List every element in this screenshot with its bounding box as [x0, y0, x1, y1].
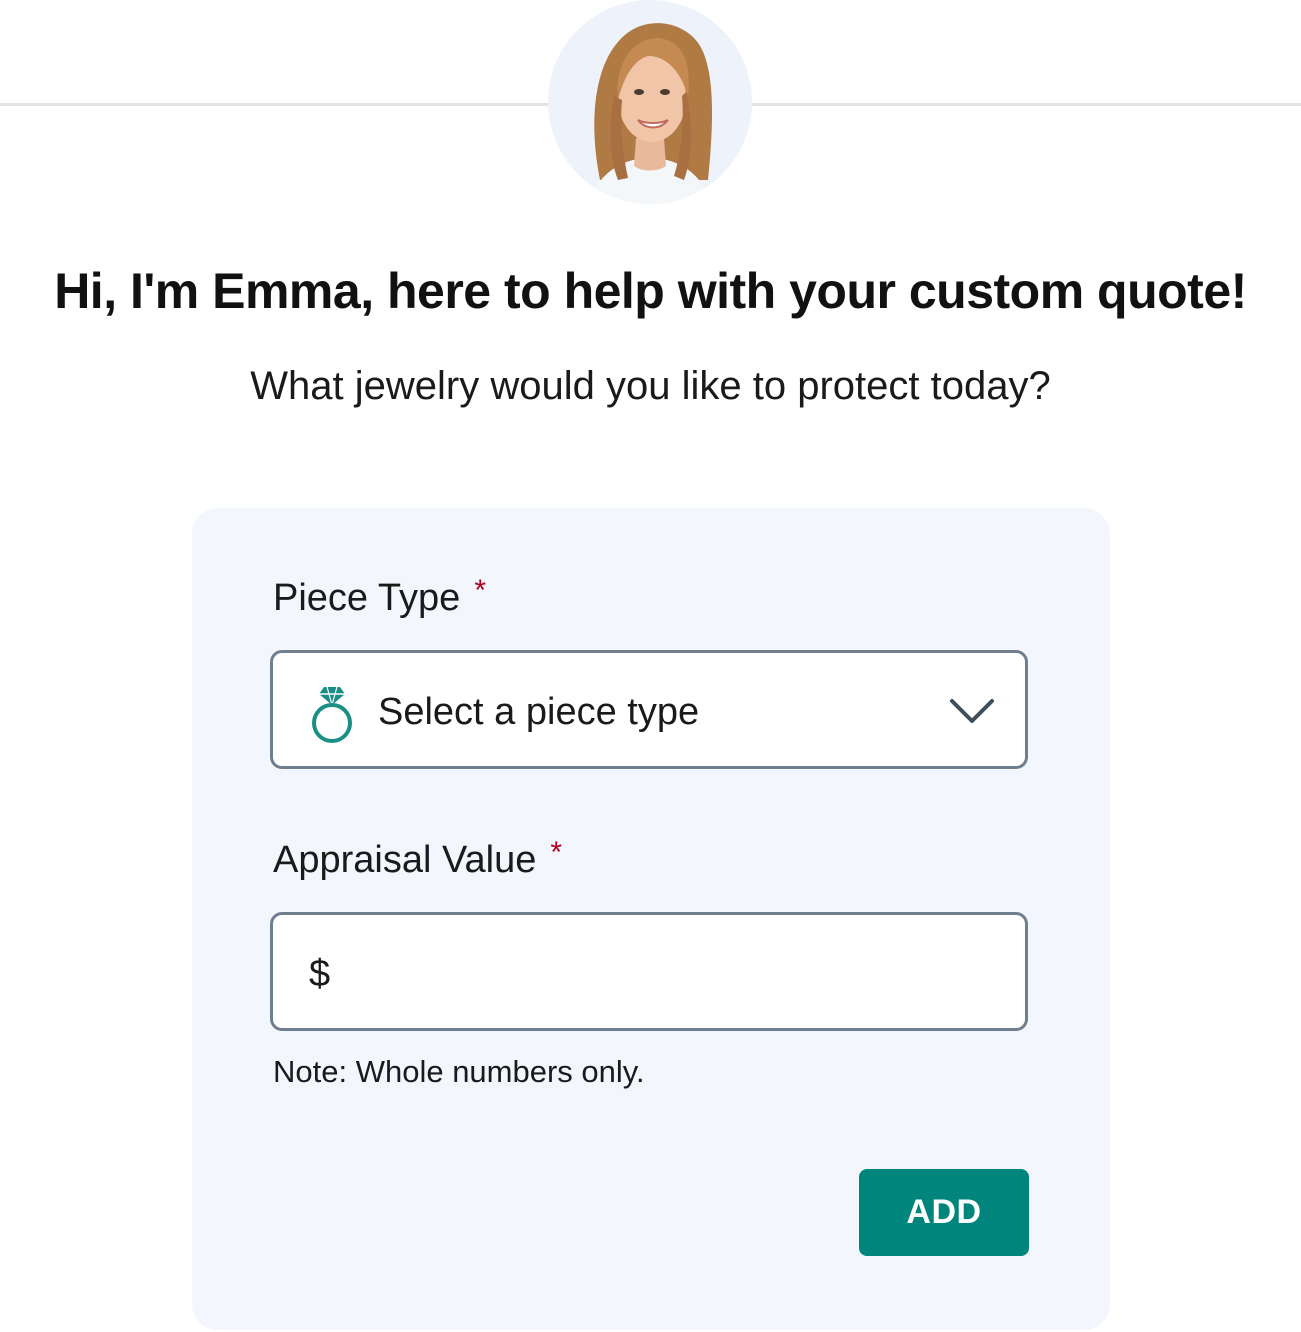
piece-type-select[interactable]: Select a piece type — [270, 650, 1028, 769]
person-photo-icon — [548, 0, 752, 204]
piece-type-placeholder: Select a piece type — [378, 691, 700, 733]
currency-prefix: $ — [309, 953, 331, 995]
piece-type-label-text: Piece Type — [273, 577, 461, 619]
required-marker: * — [550, 836, 563, 869]
appraisal-value-label-text: Appraisal Value — [273, 839, 537, 881]
required-marker: * — [474, 574, 486, 607]
chevron-down-icon[interactable] — [949, 697, 995, 725]
quote-form-card: Piece Type * Select a piece type Appraisa… — [192, 508, 1110, 1330]
page-subheadline: What jewelry would you like to protect t… — [250, 364, 1051, 408]
add-button[interactable]: ADD — [859, 1169, 1029, 1256]
ring-icon — [312, 686, 352, 743]
appraisal-value-note: Note: Whole numbers only. — [273, 1054, 645, 1089]
appraisal-value-field[interactable]: $ — [270, 912, 1028, 1031]
appraisal-value-label: Appraisal Value * — [273, 836, 562, 882]
avatar — [548, 0, 752, 204]
piece-type-label: Piece Type * — [273, 574, 486, 620]
page-headline: Hi, I'm Emma, here to help with your cus… — [54, 263, 1247, 319]
appraisal-value-input[interactable] — [343, 933, 1007, 1011]
